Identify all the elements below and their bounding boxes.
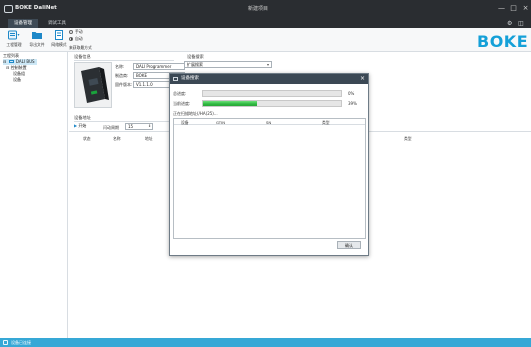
maximize-button[interactable]: □ [508,3,519,14]
minimize-button[interactable]: — [496,3,507,14]
freq-value: 15 [128,124,134,129]
export-file-button[interactable]: 导出文件 [27,29,47,51]
col-device: 设备 [181,120,189,125]
dialog-title: 设备搜索 [181,76,199,81]
fw-label: 固件版本: [115,82,133,87]
dialog-window-icon [173,77,178,81]
project-manage-button[interactable]: 工程管理 [4,29,24,51]
dali-programmer-image [81,67,109,103]
vendor-label: 制造商: [115,73,129,78]
folder-icon [32,32,42,39]
export-file-label: 导出文件 [29,42,45,47]
current-progress-fill [203,101,257,106]
tree-item-dali-bus-label: DALI BUS [15,59,35,64]
play-icon: ▶ [74,123,78,128]
col-gtin: GTIN [216,120,226,125]
window-title: 新建项目 [248,6,269,12]
col-status: 状态 [83,136,91,141]
radio-auto-circle[interactable] [69,36,73,41]
col-type: 类型 [322,120,330,125]
search-result-table: 设备 GTIN SN 类型 [173,118,366,239]
app-title: BOKE DaliNet [15,5,57,11]
name-field: DALI Programmer [133,63,185,70]
col-name: 名称 [113,136,121,141]
tab-device-management[interactable]: 设备管理 [8,19,38,28]
status-bar: 设备已连接 [0,338,531,347]
name-label: 名称: [115,64,125,69]
col-address: 地址 [145,136,153,141]
toolbar: 工程管理 导出文件 网络模式 手动 自动 来获取最方式 BOKE [0,28,531,52]
network-mode-button[interactable]: 网络模式 [49,29,69,51]
project-icon [8,30,20,40]
radio-manual[interactable]: 手动 [69,29,83,35]
search-mode-value: 扩展搜索 [187,62,203,67]
tab-debug-tools[interactable]: 调试工具 [44,19,70,28]
dialog-close-icon[interactable]: × [360,74,365,84]
start-button[interactable]: ▶ 开始 [74,123,86,129]
radio-manual-label: 手动 [75,29,83,34]
total-progress-percent: 0% [348,91,355,96]
current-progress-percent: 39% [348,101,357,106]
device-image [74,62,112,108]
radio-manual-circle[interactable] [69,29,73,34]
network-icon [55,30,63,40]
current-progress-bar [202,100,342,107]
network-mode-label: 网络模式 [51,42,67,47]
tree-item-device[interactable]: 设备 [13,77,21,83]
start-label: 开始 [78,123,87,128]
mode-label: 来获取最方式 [69,45,92,50]
device-search-title: 设备搜索 [187,54,204,59]
total-progress-label: 总进度: [173,91,187,96]
status-text: 设备已连接 [11,340,31,345]
info-icon[interactable]: ◫ [518,20,524,27]
brand-text: BOKE [477,33,527,49]
device-search-dialog: 设备搜索 × 总进度: 0% 当前进度: 39% 正在扫描地址(/HA(25).… [169,73,369,256]
boke-logo: BOKE [477,33,527,49]
tree-item-control-gear-label: 控制装置 [10,65,27,70]
divider [74,60,174,61]
connection-icon [3,340,8,345]
table-header: 设备 GTIN SN 类型 [174,119,365,125]
chevron-down-icon: ▾ [266,62,269,67]
radio-auto-label: 自动 [75,36,83,41]
app-logo-icon [4,5,13,13]
divider [74,121,174,122]
bus-icon [8,60,14,63]
confirm-button[interactable]: 确认 [337,241,361,249]
tree-expand-icon[interactable]: ⊟ [3,59,6,64]
project-tree: 工程列表 ⊟ DALI BUS ⊟ 控制装置 设备组 设备 [0,52,68,338]
search-mode-select[interactable]: 扩展搜索 ▾ [184,61,272,68]
scan-status-text: 正在扫描地址(/HA(25)... [173,111,218,116]
dialog-title-bar: 设备搜索 × [170,74,368,84]
close-button[interactable]: × [520,3,531,14]
settings-icon[interactable]: ⚙ [507,20,512,27]
stepper-arrows-icon[interactable]: ⇕ [148,124,151,130]
radio-auto[interactable]: 自动 [69,36,83,42]
col-sn: SN [266,120,272,125]
project-manage-label: 工程管理 [6,42,22,47]
freq-stepper[interactable]: 15 ⇕ [125,123,153,130]
current-progress-label: 当前进度: [173,101,191,106]
tree-expand-icon[interactable]: ⊟ [6,65,9,70]
menu-bar: 设备管理 调试工具 ⚙ ◫ [0,19,531,28]
title-bar: BOKE DaliNet 新建项目 — □ × [0,0,531,19]
total-progress-bar [202,90,342,97]
col-type: 类型 [404,136,412,141]
